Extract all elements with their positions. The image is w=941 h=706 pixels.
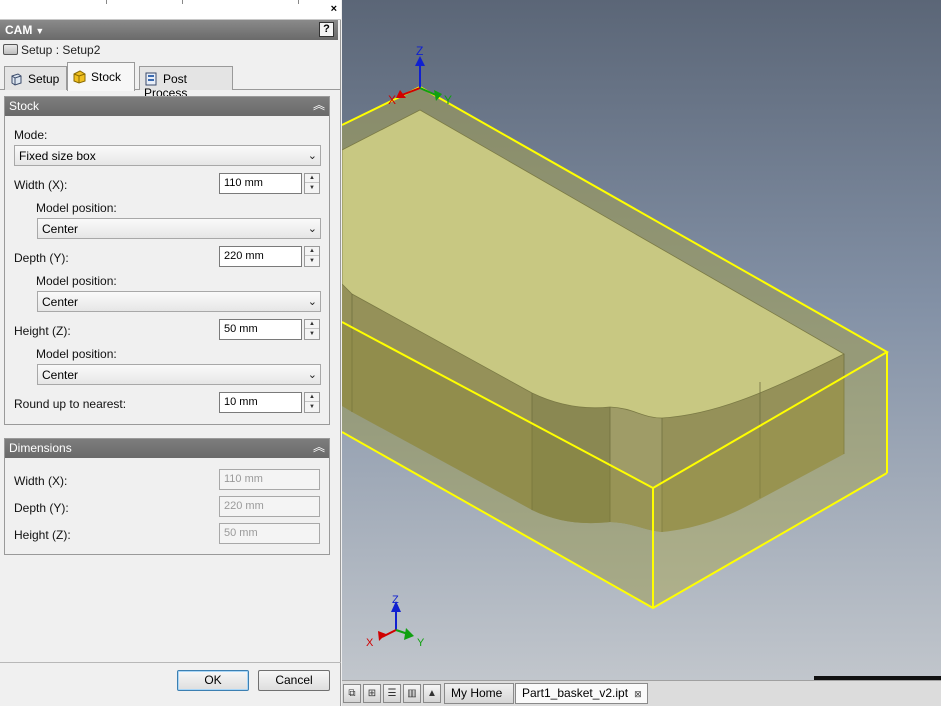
stepper-buttons[interactable]: ▲ ▼ bbox=[304, 173, 320, 194]
stock-tab-icon bbox=[73, 70, 86, 84]
tile-horizontal-icon[interactable]: ☰ bbox=[383, 684, 401, 703]
width-label: Width (X): bbox=[14, 178, 68, 192]
arrow-up-icon[interactable]: ▲ bbox=[305, 174, 319, 183]
arrow-up-icon[interactable]: ▲ bbox=[305, 320, 319, 329]
arrow-down-icon[interactable]: ▼ bbox=[305, 330, 319, 339]
close-icon[interactable]: × bbox=[331, 3, 337, 15]
post-process-tab-icon bbox=[145, 72, 157, 86]
caret-down-icon: ▼ bbox=[35, 26, 45, 36]
width-stepper[interactable]: 110 mm ▲ ▼ bbox=[219, 173, 320, 194]
tab-label: Stock bbox=[91, 70, 122, 84]
width-position-label: Model position: bbox=[36, 201, 117, 215]
tab-setup[interactable]: Setup bbox=[4, 66, 67, 90]
collapse-icon[interactable]: ︽ bbox=[312, 98, 326, 113]
width-position-select[interactable]: Center ⌄ bbox=[37, 218, 321, 239]
model-view[interactable]: Z X Y Z X Y bbox=[342, 0, 941, 680]
tab-part1-basket[interactable]: Part1_basket_v2.ipt ⊠ bbox=[515, 683, 648, 704]
arrow-down-icon[interactable]: ▼ bbox=[305, 257, 319, 266]
mode-select[interactable]: Fixed size box ⌄ bbox=[14, 145, 321, 166]
width-input[interactable]: 110 mm bbox=[219, 173, 302, 194]
triad-z-label: Z bbox=[392, 594, 399, 606]
chevron-down-icon: ⌄ bbox=[307, 223, 317, 235]
setup-tab-icon bbox=[11, 73, 22, 86]
cascade-windows-icon[interactable]: ⧉ bbox=[343, 684, 361, 703]
stepper-buttons[interactable]: ▲ ▼ bbox=[304, 392, 320, 413]
height-position-label: Model position: bbox=[36, 347, 117, 361]
width-position-value: Center bbox=[42, 222, 79, 236]
chevron-down-icon: ⌄ bbox=[307, 296, 317, 308]
cancel-button[interactable]: Cancel bbox=[258, 670, 330, 691]
stock-group-header[interactable]: Stock ︽ bbox=[5, 97, 329, 116]
dim-width-value: 110 mm bbox=[219, 469, 320, 490]
dim-height-label: Height (Z): bbox=[14, 528, 71, 542]
arrow-up-icon[interactable]: ▲ bbox=[305, 393, 319, 402]
depth-position-value: Center bbox=[42, 295, 79, 309]
arrow-up-icon[interactable]: ▲ bbox=[305, 247, 319, 256]
tab-label: Setup bbox=[28, 72, 60, 86]
divider bbox=[298, 0, 299, 4]
tab-stock[interactable]: Stock bbox=[67, 62, 135, 91]
ok-button[interactable]: OK bbox=[177, 670, 249, 691]
tile-vertical-icon[interactable]: ▥ bbox=[403, 684, 421, 703]
breadcrumb: Setup : Setup2 bbox=[0, 41, 100, 59]
dim-depth-value: 220 mm bbox=[219, 496, 320, 517]
axis-x-label: X bbox=[388, 93, 396, 107]
round-up-input[interactable]: 10 mm bbox=[219, 392, 302, 413]
dim-width-label: Width (X): bbox=[14, 474, 68, 488]
triad-x-label: X bbox=[366, 637, 374, 649]
dim-height-value: 50 mm bbox=[219, 523, 320, 544]
view-triad[interactable] bbox=[378, 601, 414, 641]
height-position-value: Center bbox=[42, 368, 79, 382]
height-position-select[interactable]: Center ⌄ bbox=[37, 364, 321, 385]
divider bbox=[0, 662, 341, 663]
dim-depth-label: Depth (Y): bbox=[14, 501, 69, 515]
round-up-label: Round up to nearest: bbox=[14, 397, 127, 411]
arrow-down-icon[interactable]: ▼ bbox=[305, 403, 319, 412]
tile-windows-icon[interactable]: ⊞ bbox=[363, 684, 381, 703]
mode-label: Mode: bbox=[14, 128, 48, 142]
chevron-down-icon: ⌄ bbox=[307, 369, 317, 381]
tab-strip: Setup Stock Post Process bbox=[0, 62, 341, 100]
round-up-stepper[interactable]: 10 mm ▲ ▼ bbox=[219, 392, 320, 413]
divider bbox=[182, 0, 183, 4]
dimensions-group-header[interactable]: Dimensions ︽ bbox=[5, 439, 329, 458]
depth-position-select[interactable]: Center ⌄ bbox=[37, 291, 321, 312]
divider bbox=[106, 0, 107, 4]
help-button[interactable]: ? bbox=[319, 22, 334, 37]
breadcrumb-text: Setup : Setup2 bbox=[21, 43, 101, 57]
tab-post-process[interactable]: Post Process bbox=[139, 66, 233, 100]
cam-panel: × CAM ▼ ? Setup : Setup2 Setup Stock Post bbox=[0, 0, 341, 706]
height-stepper[interactable]: 50 mm ▲ ▼ bbox=[219, 319, 320, 340]
3d-viewport[interactable]: Z X Y Z X Y bbox=[342, 0, 941, 680]
group-title: Dimensions bbox=[9, 441, 72, 455]
group-title: Stock bbox=[9, 99, 40, 113]
axis-y-label: Y bbox=[444, 93, 452, 107]
document-tabbar: ⧉ ⊞ ☰ ▥ ▲ My Home Part1_basket_v2.ipt ⊠ bbox=[342, 680, 941, 706]
collapse-icon[interactable]: ︽ bbox=[312, 440, 326, 455]
panel-title: CAM bbox=[5, 23, 33, 37]
depth-position-label: Model position: bbox=[36, 274, 117, 288]
close-icon[interactable]: ⊠ bbox=[634, 689, 642, 699]
doc-tab-label: Part1_basket_v2.ipt bbox=[522, 686, 629, 700]
depth-label: Depth (Y): bbox=[14, 251, 69, 265]
depth-input[interactable]: 220 mm bbox=[219, 246, 302, 267]
dimensions-group: Dimensions ︽ Width (X): 110 mm Depth (Y)… bbox=[4, 438, 330, 555]
axis-z-label: Z bbox=[416, 44, 423, 58]
height-input[interactable]: 50 mm bbox=[219, 319, 302, 340]
mode-value: Fixed size box bbox=[19, 149, 96, 163]
arrow-down-icon[interactable]: ▼ bbox=[305, 184, 319, 193]
stepper-buttons[interactable]: ▲ ▼ bbox=[304, 246, 320, 267]
tab-my-home[interactable]: My Home bbox=[444, 683, 514, 704]
arrange-up-icon[interactable]: ▲ bbox=[423, 684, 441, 703]
top-strip: × bbox=[0, 0, 341, 20]
stepper-buttons[interactable]: ▲ ▼ bbox=[304, 319, 320, 340]
height-label: Height (Z): bbox=[14, 324, 71, 338]
chevron-down-icon: ⌄ bbox=[307, 150, 317, 162]
depth-stepper[interactable]: 220 mm ▲ ▼ bbox=[219, 246, 320, 267]
cam-header[interactable]: CAM ▼ ? bbox=[0, 20, 338, 40]
stock-group: Stock ︽ Mode: Fixed size box ⌄ Width (X):… bbox=[4, 96, 330, 425]
triad-y-label: Y bbox=[417, 637, 425, 649]
setup-icon bbox=[3, 44, 18, 55]
